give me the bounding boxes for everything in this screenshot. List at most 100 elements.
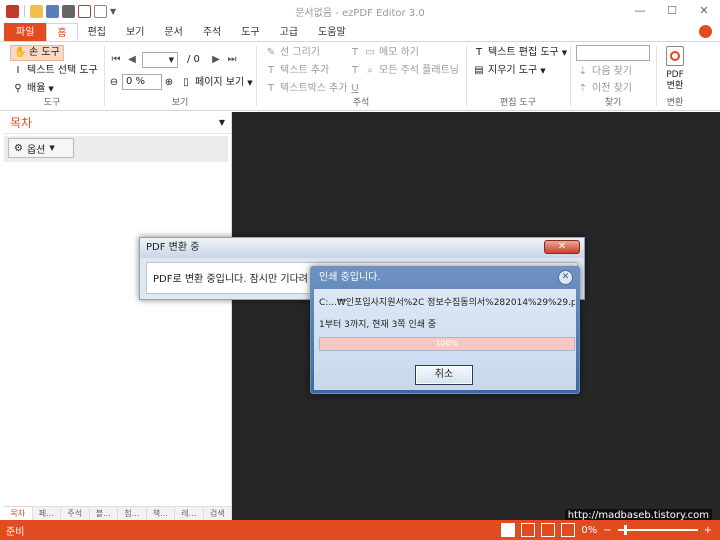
pencil-icon: ✎: [266, 47, 276, 58]
dialog-close-button[interactable]: ✕: [544, 240, 580, 254]
convert-icon[interactable]: [94, 4, 107, 18]
page-number-input[interactable]: ▼: [142, 52, 178, 68]
panel-tab-pages[interactable]: 페...: [33, 507, 61, 520]
quick-access-menu-icon[interactable]: ▼: [110, 7, 116, 16]
panel-menu-icon[interactable]: ▼: [219, 118, 225, 127]
group-annotation: ✎ 선 그리기 T 텍스트 추가 T 텍스트박스 추가 T ▭ 메모 하기 T …: [257, 42, 465, 111]
chevron-down-icon: ▼: [540, 67, 546, 75]
zoom-input[interactable]: 0 %: [122, 74, 162, 90]
pdf-convert-icon[interactable]: [666, 46, 684, 66]
search-input[interactable]: [576, 45, 650, 61]
first-page-button[interactable]: ⏮: [110, 52, 122, 68]
tab-advanced[interactable]: 고급: [270, 23, 308, 42]
panel-tab-blocks[interactable]: 블...: [90, 507, 118, 520]
last-page-button[interactable]: ⏭: [226, 52, 238, 68]
help-icon[interactable]: [699, 25, 712, 38]
group-caption: 변환: [666, 98, 684, 108]
ribbon: ✋ 손 도구 Ⅰ 텍스트 선택 도구 ⚲ 배율 ▼ 도구 ⏮ ◀ ▼ / 0 ▶…: [0, 41, 720, 111]
page-view-button[interactable]: ▯ 페이지 보기 ▼: [180, 75, 253, 91]
dialog-body: C:...₩인포입사지원서%2C 정보수집동의서%282014%29%29.pd…: [314, 289, 576, 390]
flatten-button[interactable]: T ⌕ 모든 주석 플래트닝: [349, 63, 459, 79]
open-folder-icon[interactable]: [30, 4, 43, 18]
zoom-in-icon[interactable]: +: [704, 525, 712, 536]
panel-tab-search[interactable]: 검색: [204, 507, 232, 520]
print-icon[interactable]: [62, 4, 75, 18]
zoom-slider-knob[interactable]: [623, 525, 627, 535]
print-progress-bar: 100%: [319, 337, 575, 351]
prev-icon: ◀: [128, 54, 136, 65]
close-button[interactable]: ✕: [688, 0, 720, 22]
zoom-out-button[interactable]: ⊖: [108, 75, 120, 91]
group-caption: 도구: [43, 98, 61, 108]
next-icon: ▶: [212, 54, 220, 65]
ribbon-tabs: 파일 홈 편집 보기 문서 주석 도구 고급 도움말: [0, 22, 720, 42]
next-page-button[interactable]: ▶: [210, 52, 222, 68]
app-icon[interactable]: [6, 4, 19, 18]
group-caption: 주석: [352, 98, 370, 108]
tab-document[interactable]: 문서: [154, 23, 192, 42]
chevron-down-icon: ▼: [561, 49, 568, 57]
two-page-continuous-view-icon[interactable]: [561, 523, 576, 537]
memo-label: 메모 하기: [379, 47, 419, 58]
pdf-convert-label: PDF: [666, 70, 684, 80]
text-select-label: 텍스트 선택 도구: [27, 65, 98, 76]
memo-icon: ▭: [365, 47, 375, 58]
page-icon: ▯: [183, 77, 189, 88]
add-text-button[interactable]: T 텍스트 추가: [265, 63, 329, 79]
cancel-button[interactable]: 취소: [415, 365, 473, 385]
group-find: ⇣ 다음 찾기 ⇡ 이전 찾기 찾기: [571, 42, 655, 111]
hand-tool-button[interactable]: ✋ 손 도구: [10, 45, 64, 61]
divider: [24, 5, 25, 17]
text-edit-label: 텍스트 편집 도구: [488, 47, 559, 58]
memo-button[interactable]: T ▭ 메모 하기: [349, 45, 419, 61]
options-label: 옵션: [26, 144, 46, 156]
progress-label: 100%: [435, 339, 459, 348]
save-icon[interactable]: [46, 4, 59, 18]
options-button[interactable]: ⚙ 옵션 ▼: [8, 138, 74, 158]
highlight-icon: T: [351, 47, 359, 58]
panel-tab-bookmarks[interactable]: 목차: [4, 507, 33, 520]
single-page-view-icon[interactable]: [501, 523, 516, 537]
export-icon[interactable]: [78, 4, 91, 18]
tab-view[interactable]: 보기: [116, 23, 154, 42]
zoom-out-icon[interactable]: −: [603, 525, 611, 536]
maximize-button[interactable]: ☐: [656, 0, 688, 22]
chevron-down-icon: ▼: [247, 79, 253, 87]
group-caption: 보기: [171, 98, 189, 108]
continuous-view-icon[interactable]: [521, 523, 536, 537]
panel-tab-annotations[interactable]: 주석: [61, 507, 90, 520]
dialog-close-button[interactable]: ✕: [558, 270, 573, 285]
tab-annotation[interactable]: 주석: [193, 23, 231, 42]
find-next-button[interactable]: ⇣ 다음 찾기: [577, 64, 632, 80]
tab-file[interactable]: 파일: [4, 23, 47, 42]
panel-tab-book[interactable]: 책...: [147, 507, 175, 520]
dialog-title: PDF 변환 중: [140, 238, 584, 258]
panel-tabs: 목차 페... 주석 블... 첨... 책... 레... 검색: [4, 506, 232, 520]
text-edit-tool-button[interactable]: T 텍스트 편집 도구 ▼: [473, 45, 567, 61]
pdf-convert-button[interactable]: PDF 변환: [657, 70, 693, 92]
panel-tab-layers[interactable]: 레...: [175, 507, 204, 520]
eraser-icon: ▤: [474, 65, 484, 76]
two-page-view-icon[interactable]: [541, 523, 556, 537]
print-progress-dialog: 인쇄 중입니다. ✕ C:...₩인포입사지원서%2C 정보수집동의서%2820…: [310, 266, 580, 394]
print-status: 1부터 3까지, 현재 3쪽 인쇄 중: [319, 320, 437, 330]
erase-label: 지우기 도구: [488, 65, 538, 76]
zoom-in-button[interactable]: ⊕: [163, 75, 175, 91]
panel-header: 목차 ▼: [4, 112, 231, 134]
prev-page-button[interactable]: ◀: [126, 52, 138, 68]
title-bar: ▼ 문서없음 - ezPDF Editor 3.0 — ☐ ✕: [0, 0, 720, 22]
panel-tab-attachments[interactable]: 첨...: [118, 507, 147, 520]
minimize-button[interactable]: —: [624, 0, 656, 22]
zoom-percent: 0%: [581, 524, 598, 536]
erase-tool-button[interactable]: ▤ 지우기 도구 ▼: [473, 63, 546, 79]
panel-title: 목차: [10, 116, 33, 130]
tab-tools[interactable]: 도구: [231, 23, 269, 42]
tab-home[interactable]: 홈: [46, 23, 78, 42]
text-cursor-icon: Ⅰ: [16, 65, 20, 76]
draw-line-button[interactable]: ✎ 선 그리기: [265, 45, 320, 61]
tab-help[interactable]: 도움말: [308, 23, 356, 42]
tab-edit[interactable]: 편집: [78, 23, 116, 42]
zoom-slider[interactable]: [617, 525, 698, 535]
text-select-button[interactable]: Ⅰ 텍스트 선택 도구: [12, 63, 98, 79]
find-next-icon: ⇣: [578, 66, 588, 77]
